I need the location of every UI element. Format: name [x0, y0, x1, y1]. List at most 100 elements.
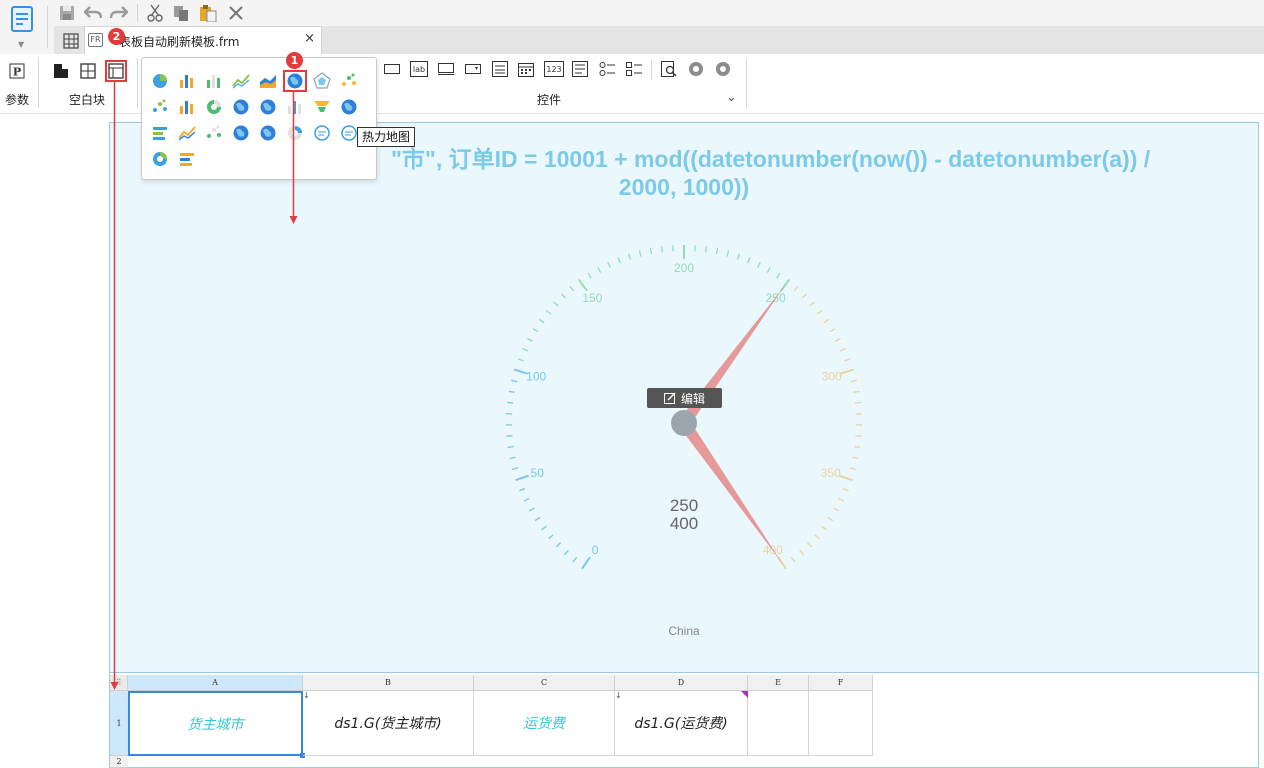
undo-icon[interactable] [82, 2, 104, 24]
gauge-value-1: 250 [670, 496, 698, 515]
gauge-tick [649, 248, 653, 255]
bubble-chart-icon[interactable] [151, 98, 169, 116]
absolute-layout-icon[interactable] [51, 61, 71, 81]
redo-icon[interactable] [108, 2, 130, 24]
gauge-tick-label: 200 [674, 261, 694, 275]
range-area-icon[interactable] [178, 124, 196, 142]
column-header-d[interactable]: D [615, 675, 748, 691]
cut-icon[interactable] [144, 2, 166, 24]
layered-icon[interactable] [178, 150, 196, 168]
gantt-icon[interactable] [151, 124, 169, 142]
chevron-down-icon[interactable]: ⌄ [726, 90, 737, 105]
table-layout-icon [108, 63, 124, 79]
area-chart-icon[interactable] [259, 72, 277, 90]
gauge-tick [776, 272, 781, 279]
map-icon[interactable] [232, 98, 250, 116]
combo-chart-icon[interactable] [178, 98, 196, 116]
parameter-icon[interactable]: P [7, 61, 27, 81]
dropdown-control-icon[interactable] [464, 61, 482, 77]
checkbox-group-icon[interactable] [625, 61, 643, 77]
gauge-tick [511, 467, 519, 471]
gauge-ring-icon[interactable] [151, 150, 169, 168]
query-button-icon[interactable] [660, 61, 678, 77]
cell-c1[interactable]: 运货费 [474, 691, 615, 756]
divider [651, 60, 652, 80]
bar-chart-icon[interactable] [178, 72, 196, 90]
date-control-icon[interactable] [517, 61, 535, 77]
label-control-icon[interactable]: lab [410, 61, 428, 77]
row-header-2[interactable]: 2 [110, 756, 128, 768]
column-header-e[interactable]: E [748, 675, 809, 691]
cell-e1[interactable] [748, 691, 809, 756]
gauge-value-2: 400 [670, 514, 698, 533]
text-field-icon[interactable] [437, 61, 455, 77]
scatter-chart-icon[interactable] [340, 72, 358, 90]
cell-f1[interactable] [809, 691, 873, 756]
progress-ring-icon[interactable] [286, 124, 304, 142]
gauge-chart[interactable]: 050100150200250300350400 250 400 China [480, 230, 890, 650]
gauge-tick [507, 401, 514, 404]
gauge-tick [508, 390, 515, 394]
select-all-corner[interactable]: ⠿ [110, 675, 128, 691]
delete-icon[interactable] [225, 2, 247, 24]
divider [137, 4, 138, 22]
multi-select-icon[interactable] [491, 61, 509, 77]
world-map-alt-icon[interactable] [259, 124, 277, 142]
gauge-tick [838, 497, 845, 502]
column-header-a[interactable]: A [128, 675, 303, 691]
close-tab-icon[interactable]: × [304, 31, 315, 46]
cell-marker-icon [741, 691, 748, 698]
gauge-caption: China [668, 624, 700, 638]
frame-icon[interactable] [340, 124, 358, 142]
line-chart-icon[interactable] [232, 72, 250, 90]
gauge-tick-label: 300 [822, 369, 842, 383]
cell-d1[interactable]: ds1.G(运货费) [615, 691, 748, 756]
cell-a1[interactable]: 货主城市 [128, 691, 303, 756]
gear-icon[interactable] [687, 61, 705, 77]
gauge-needle [679, 419, 783, 564]
dropdown-caret-icon: ▼ [18, 40, 25, 49]
gauge-tick [532, 328, 539, 333]
file-icon: FR [88, 33, 103, 47]
pie-chart-icon[interactable] [151, 72, 169, 90]
donut-chart-icon[interactable] [205, 98, 223, 116]
world-map-icon[interactable] [232, 124, 250, 142]
gauge-tick [852, 456, 859, 460]
gauge-tick-label: 350 [821, 466, 841, 480]
number-control-icon[interactable]: 123 [544, 61, 564, 77]
copy-icon[interactable] [170, 2, 192, 24]
paste-icon[interactable] [197, 2, 219, 24]
save-icon[interactable] [56, 2, 78, 24]
horizontal-bar-icon[interactable] [205, 72, 223, 90]
report-icon [11, 6, 33, 32]
column-header-c[interactable]: C [474, 675, 615, 691]
word-cloud-icon[interactable] [313, 124, 331, 142]
funnel-icon[interactable] [313, 98, 331, 116]
column-header-b[interactable]: B [303, 675, 474, 691]
map-alt-icon[interactable] [259, 98, 277, 116]
gauge-tick [839, 347, 846, 352]
radio-group-icon[interactable] [598, 61, 616, 77]
globe-map-icon[interactable] [340, 98, 358, 116]
tree-icon[interactable] [205, 124, 223, 142]
button-control-icon[interactable] [383, 61, 401, 77]
parameter-label: 参数 [5, 93, 30, 107]
gauge-tick [790, 556, 796, 563]
edit-button[interactable]: 编辑 [647, 388, 722, 408]
grid-view-icon[interactable] [60, 30, 82, 52]
app-menu-button[interactable]: ▼ [6, 4, 38, 49]
split-layout-icon[interactable] [78, 61, 98, 81]
cell-b1[interactable]: ds1.G(货主城市) [303, 691, 474, 756]
gauge-tick [607, 261, 611, 268]
divider [47, 6, 48, 48]
column-header-f[interactable]: F [809, 675, 873, 691]
gauge-tick [545, 309, 552, 315]
row-header-1[interactable]: 1 [110, 691, 128, 756]
radar-chart-icon[interactable] [313, 72, 331, 90]
stacked-bar-icon[interactable] [286, 98, 304, 116]
gear-icon[interactable] [714, 61, 732, 77]
gauge-tick [853, 390, 860, 394]
report-block-button[interactable] [105, 60, 127, 82]
expand-down-icon: ↓ [615, 691, 622, 700]
text-area-icon[interactable] [571, 61, 589, 77]
